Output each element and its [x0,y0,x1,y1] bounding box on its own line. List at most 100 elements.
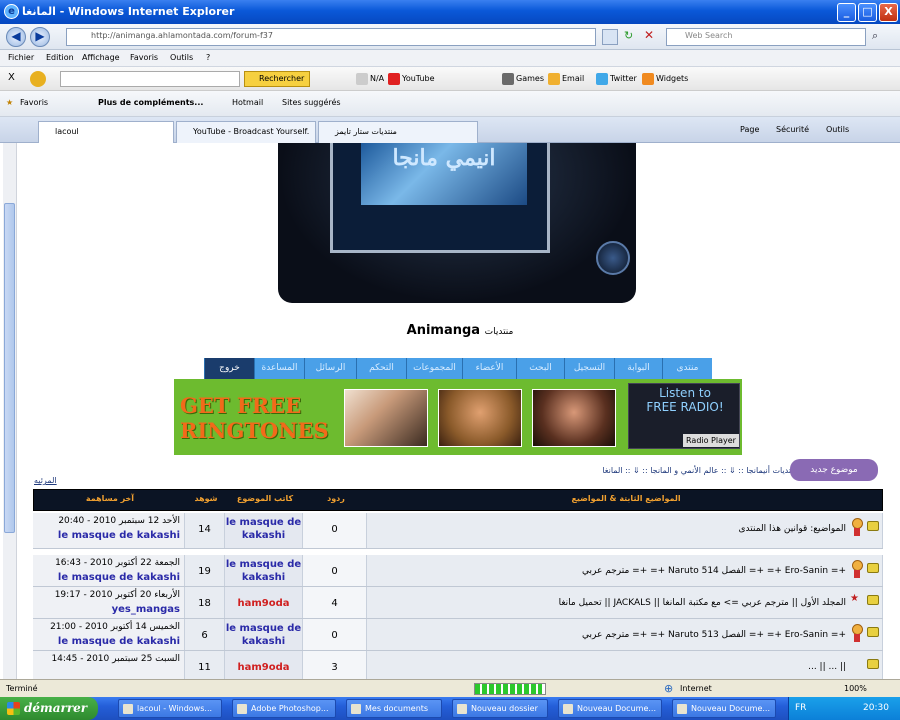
folder-icon [867,627,879,637]
compat-icon[interactable] [602,29,618,45]
toolbar-search-input[interactable] [60,71,240,87]
ie-icon: e [4,4,19,19]
page-menu[interactable]: Page [740,125,759,134]
last-post-user[interactable]: le masque de kakashi [58,636,180,647]
header-author: كاتب الموضوع [236,494,294,503]
task-new-document-1[interactable]: Nouveau Docume... [558,699,662,718]
nav-profile[interactable]: التحكم [356,358,406,379]
menu-help[interactable]: ? [206,53,210,62]
medal-icon [851,624,863,642]
topic-title[interactable]: مترجم عربي =+ =+ Naruto 513 الفصل =+ =+ … [367,619,883,650]
topic-title[interactable]: المواضيع: قوانين هذا المنتدى [367,513,883,548]
menu-file[interactable]: Fichier [8,53,34,62]
tab-youtube[interactable]: YouTube - Broadcast Yourself. [176,121,316,143]
author-cell[interactable]: le masque de kakashi [225,513,303,548]
security-menu[interactable]: Sécurité [776,125,809,134]
task-my-documents[interactable]: Mes documents [346,699,442,718]
header-device-image: انيمي مانجا [278,143,636,303]
minimize-button[interactable]: _ [837,3,856,22]
last-post-cell: الأربعاء 20 أكتوبر 2010 - 19:17 yes_manga… [33,587,185,618]
topic-title[interactable]: مترجم عربي =+ =+ Naruto 514 الفصل =+ =+ … [367,555,883,586]
vertical-scrollbar[interactable] [3,143,17,679]
favorites-button[interactable]: Favoris [20,98,48,107]
toolbar-email[interactable]: Email [548,72,584,86]
ringtone-banner[interactable]: GET FREE RINGTONES Listen to FREE RADIO!… [174,379,742,455]
radio-player-button[interactable]: Radio Player [683,434,739,447]
author-cell[interactable]: ham9oda [225,651,303,679]
nav-portal[interactable]: البوابة [614,358,662,379]
forward-button[interactable]: ▶ [30,27,50,47]
nav-help[interactable]: المساعدة [254,358,304,379]
author-cell[interactable]: ham9oda [225,587,303,618]
menu-favorites[interactable]: Favoris [130,53,158,62]
task-new-document-2[interactable]: Nouveau Docume... [672,699,776,718]
widgets-icon [642,73,654,85]
back-button[interactable]: ◀ [6,27,26,47]
start-button[interactable]: démarrer [0,697,98,720]
search-input[interactable]: Web Search [666,28,866,46]
last-post-user[interactable]: yes_mangas [112,604,180,615]
header-views: شوهد [194,494,218,503]
task-new-folder[interactable]: Nouveau dossier [452,699,548,718]
stop-icon[interactable]: ✕ [644,28,654,42]
radio-line2: FREE RADIO! [646,400,724,414]
zone-text: Internet [680,684,712,693]
tab-startimes[interactable]: منتديات ستار تايمز [318,121,478,143]
views-cell: 11 [185,651,225,679]
topic-title[interactable]: تحميل مانغا || JACKALS || المجلد الأول |… [367,587,883,618]
tab-lacoul[interactable]: lacoul [38,121,174,143]
scrollbar-thumb[interactable] [4,203,15,533]
new-topic-button[interactable]: موضوع جديد [790,459,878,481]
nav-register[interactable]: التسجيل [564,358,614,379]
address-bar: ◀ ▶ http://animanga.ahlamontada.com/foru… [0,24,900,50]
last-post-user[interactable]: le masque de kakashi [58,572,180,583]
refresh-icon[interactable]: ↻ [624,29,633,42]
topic-title[interactable]: ... || ... || [367,651,883,679]
mark-read-link[interactable]: المرئيه [34,476,57,485]
maximize-button[interactable]: □ [858,3,877,22]
nav-forum[interactable]: منتدى [662,358,712,379]
banner-line1: GET FREE [180,393,302,418]
menu-edit[interactable]: Edition [46,53,74,62]
nav-groups[interactable]: المجموعات [406,358,462,379]
table-row: الخميس 14 أكتوبر 2010 - 21:00 le masque d… [33,619,883,651]
author-cell[interactable]: le masque de kakashi [225,619,303,650]
language-indicator[interactable]: FR [795,703,806,713]
task-ie[interactable]: lacoul - Windows... [118,699,222,718]
toolbar-search-button[interactable]: Rechercher [244,71,310,87]
nav-logout[interactable]: خروج [204,358,254,379]
menu-tools[interactable]: Outils [170,53,193,62]
sticky-medal-icon [851,518,863,536]
fav-suggested[interactable]: Sites suggérés [282,98,341,107]
fav-add-ons[interactable]: Plus de compléments... [98,98,203,107]
last-post-cell: السبت 25 سبتمبر 2010 - 14:45 [33,651,185,679]
last-post-user[interactable]: le masque de kakashi [58,530,180,541]
menu-view[interactable]: Affichage [82,53,120,62]
zoom-level[interactable]: 100% [844,684,867,693]
search-icon[interactable]: ⌕ [872,29,878,43]
breadcrumb[interactable]: منتديات أنيمانجا :: ⇓ :: عالم الأنمي و ا… [548,466,798,475]
toolbar-youtube[interactable]: YouTube [388,72,435,86]
toolbar-na[interactable]: N/A [356,72,384,86]
url-input[interactable]: http://animanga.ahlamontada.com/forum-f3… [66,28,596,46]
toolbar-games[interactable]: Games [502,72,544,86]
nav-members[interactable]: الأعضاء [462,358,516,379]
site-title-text: Animanga [406,323,481,338]
nav-messages[interactable]: الرسائل [304,358,356,379]
task-photoshop[interactable]: Adobe Photoshop... [232,699,336,718]
site-title: Animanga منتديات [390,323,530,338]
toolbar-item-label: Widgets [656,74,689,83]
toolbar-logo-icon [30,71,46,87]
nav-search[interactable]: البحث [516,358,564,379]
author-cell[interactable]: le masque de kakashi [225,555,303,586]
close-button[interactable]: X [879,3,898,22]
toolbar-widgets[interactable]: Widgets [642,72,688,86]
header-last-post: آخر مساهمة [85,494,135,503]
toolbar-twitter[interactable]: Twitter [596,72,637,86]
tools-menu[interactable]: Outils [826,125,849,134]
site-title-small: منتديات [484,327,514,337]
radio-ad[interactable]: Listen to FREE RADIO! Radio Player [628,383,740,449]
fav-hotmail[interactable]: Hotmail [232,98,263,107]
toolbar-close[interactable]: X [8,72,15,83]
table-row: الأحد 12 سبتمبر 2010 - 20:40 le masque de… [33,513,883,549]
